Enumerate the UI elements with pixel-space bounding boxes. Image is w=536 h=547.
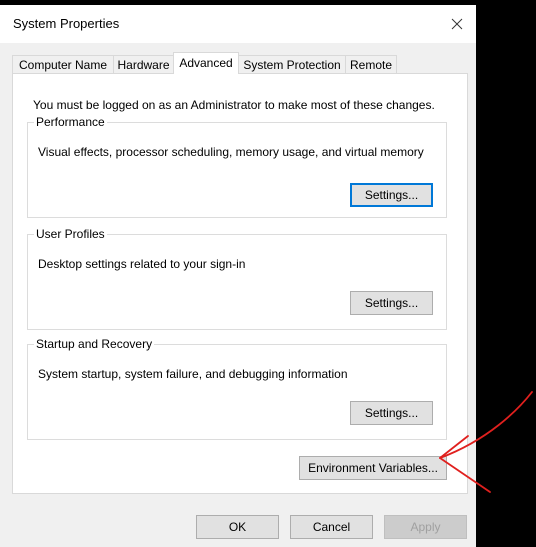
- window-title: System Properties: [13, 16, 120, 31]
- performance-description: Visual effects, processor scheduling, me…: [38, 145, 424, 159]
- performance-group: Performance Visual effects, processor sc…: [27, 115, 447, 218]
- startup-recovery-settings-button[interactable]: Settings...: [350, 401, 433, 425]
- system-properties-dialog: System Properties Computer Name Hardware…: [0, 5, 476, 547]
- performance-settings-button[interactable]: Settings...: [350, 183, 433, 207]
- startup-recovery-group: Startup and Recovery System startup, sys…: [27, 337, 447, 440]
- tab-strip: Computer Name Hardware Advanced System P…: [12, 52, 468, 74]
- startup-recovery-legend: Startup and Recovery: [34, 337, 155, 351]
- apply-button[interactable]: Apply: [384, 515, 467, 539]
- advanced-tab-panel: You must be logged on as an Administrato…: [12, 73, 468, 494]
- tab-hardware[interactable]: Hardware: [113, 55, 174, 73]
- user-profiles-group: User Profiles Desktop settings related t…: [27, 227, 447, 330]
- title-bar: System Properties: [0, 5, 476, 43]
- close-button[interactable]: [438, 7, 476, 41]
- screen-background-right: [476, 0, 536, 547]
- tab-computer-name[interactable]: Computer Name: [12, 55, 114, 73]
- close-icon: [451, 18, 463, 30]
- environment-variables-button[interactable]: Environment Variables...: [299, 456, 447, 480]
- tab-system-protection[interactable]: System Protection: [238, 55, 346, 73]
- startup-recovery-description: System startup, system failure, and debu…: [38, 367, 348, 381]
- performance-legend: Performance: [34, 115, 107, 129]
- tab-remote[interactable]: Remote: [345, 55, 397, 73]
- user-profiles-description: Desktop settings related to your sign-in: [38, 257, 246, 271]
- user-profiles-legend: User Profiles: [34, 227, 107, 241]
- admin-note: You must be logged on as an Administrato…: [33, 98, 435, 112]
- ok-button[interactable]: OK: [196, 515, 279, 539]
- user-profiles-settings-button[interactable]: Settings...: [350, 291, 433, 315]
- tab-advanced[interactable]: Advanced: [173, 52, 239, 74]
- cancel-button[interactable]: Cancel: [290, 515, 373, 539]
